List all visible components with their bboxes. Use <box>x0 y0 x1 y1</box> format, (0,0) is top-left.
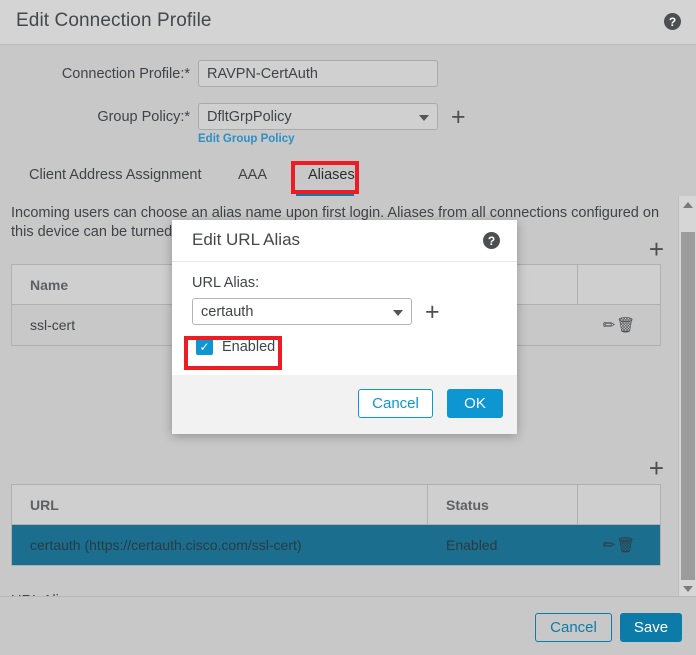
connection-profile-label: Connection Profile:* <box>61 65 190 82</box>
modal-url-alias-row: certauth + <box>192 298 440 325</box>
scrollbar-thumb[interactable] <box>681 232 695 580</box>
add-group-policy-button[interactable]: + <box>451 104 466 129</box>
modal-footer: Cancel OK <box>172 375 517 434</box>
save-button[interactable]: Save <box>620 613 682 642</box>
trash-icon[interactable]: 🗑 <box>616 536 635 554</box>
column-header-status: Status <box>428 485 578 524</box>
tab-client-address-assignment[interactable]: Client Address Assignment <box>25 167 205 183</box>
modal-body: URL Alias: certauth + ✓ Enabled <box>172 262 517 375</box>
modal-url-alias-select[interactable]: certauth <box>192 298 412 325</box>
modal-url-alias-label: URL Alias: <box>192 275 260 291</box>
window-titlebar: Edit Connection Profile ? <box>0 0 696 45</box>
modal-cancel-button[interactable]: Cancel <box>358 389 433 418</box>
alias-actions-cell: ✏ 🗑 <box>578 305 660 345</box>
tab-aliases[interactable]: Aliases <box>304 167 359 183</box>
page-title: Edit Connection Profile <box>16 10 212 31</box>
edit-url-alias-modal: Edit URL Alias ? URL Alias: certauth + ✓… <box>172 220 517 434</box>
modal-header: Edit URL Alias ? <box>172 220 517 262</box>
url-table-header: URL Status <box>12 485 660 525</box>
enabled-checkbox-label: Enabled <box>222 338 276 355</box>
column-header-url-actions <box>578 485 660 524</box>
help-circle-icon[interactable]: ? <box>483 232 500 249</box>
pencil-icon[interactable]: ✏ <box>603 536 616 554</box>
scroll-up-arrow-icon[interactable] <box>679 196 696 213</box>
group-policy-row: Group Policy:* DfltGrpPolicy + <box>0 103 500 130</box>
table-row[interactable]: certauth (https://certauth.cisco.com/ssl… <box>12 525 660 565</box>
chevron-down-icon <box>393 310 403 316</box>
modal-add-url-alias-button[interactable]: + <box>425 299 440 324</box>
tab-aaa[interactable]: AAA <box>234 167 271 183</box>
modal-title: Edit URL Alias <box>192 230 301 249</box>
edit-connection-profile-window: Edit Connection Profile ? Connection Pro… <box>0 0 696 655</box>
trash-icon[interactable]: 🗑 <box>616 316 635 334</box>
check-icon: ✓ <box>196 338 213 355</box>
scroll-down-arrow-icon[interactable] <box>679 580 696 597</box>
connection-profile-input[interactable]: RAVPN-CertAuth <box>198 60 438 87</box>
modal-url-alias-value: certauth <box>201 304 254 320</box>
column-header-actions <box>578 265 660 304</box>
url-cell: certauth (https://certauth.cisco.com/ssl… <box>30 537 302 553</box>
add-alias-button[interactable]: + <box>649 236 664 262</box>
column-header-url: URL <box>12 485 428 524</box>
group-policy-select[interactable]: DfltGrpPolicy <box>198 103 438 130</box>
group-policy-label: Group Policy:* <box>97 108 190 125</box>
chevron-down-icon <box>419 115 429 121</box>
connection-profile-row: Connection Profile:* RAVPN-CertAuth <box>0 60 460 87</box>
modal-ok-button[interactable]: OK <box>447 389 503 418</box>
dialog-footer: Cancel Save <box>0 596 696 655</box>
enabled-checkbox[interactable]: ✓ Enabled <box>196 338 275 355</box>
cancel-button[interactable]: Cancel <box>535 613 612 642</box>
panel-scrollbar[interactable] <box>678 196 696 597</box>
pencil-icon[interactable]: ✏ <box>603 316 616 334</box>
url-status-cell: Enabled <box>446 537 498 553</box>
url-actions-cell: ✏ 🗑 <box>578 525 660 565</box>
help-circle-icon[interactable]: ? <box>664 13 681 30</box>
group-policy-value: DfltGrpPolicy <box>207 109 292 125</box>
url-alias-table: URL Status certauth (https://certauth.ci… <box>11 484 661 566</box>
tab-bar: Client Address Assignment AAA Aliases <box>0 160 696 197</box>
add-url-alias-button[interactable]: + <box>649 455 664 481</box>
profile-form: Connection Profile:* RAVPN-CertAuth Grou… <box>0 45 696 159</box>
edit-group-policy-link[interactable]: Edit Group Policy <box>198 133 294 145</box>
